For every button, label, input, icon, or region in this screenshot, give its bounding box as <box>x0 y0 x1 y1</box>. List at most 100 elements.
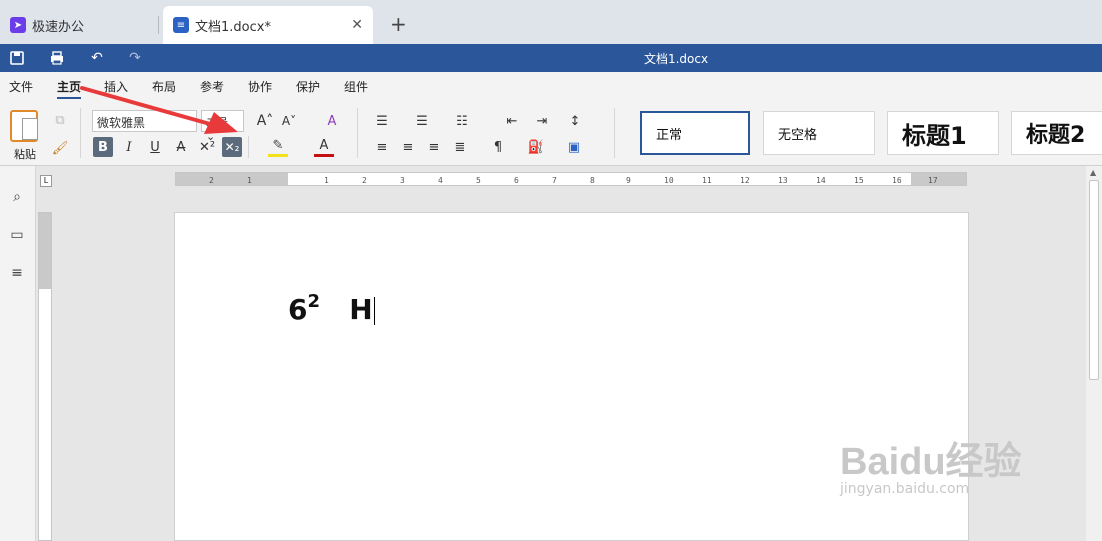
document-icon: ≡ <box>173 17 189 33</box>
ruler-tick: 16 <box>892 176 902 185</box>
tab-document[interactable]: ≡ 文档1.docx* ✕ <box>163 6 373 44</box>
strikethrough-button[interactable]: A <box>171 137 191 157</box>
ruler-tick: 9 <box>626 176 631 185</box>
ruler-tick: 1 <box>247 176 252 185</box>
tab-stop-marker[interactable]: L <box>40 175 52 187</box>
ruler-tick: 6 <box>514 176 519 185</box>
ruler-tick: 2 <box>209 176 214 185</box>
text-base: 6 <box>288 293 308 326</box>
ruler-tick: 3 <box>400 176 405 185</box>
new-tab-button[interactable]: + <box>390 12 407 36</box>
tab-document-label: 文档1.docx* <box>195 19 271 35</box>
watermark: Baidu经验 jingyan.baidu.com <box>840 430 1022 497</box>
highlight-icon[interactable]: ✎ <box>268 137 288 157</box>
subscript-button[interactable]: ✕₂ <box>222 137 242 157</box>
ruler-tick: 4 <box>438 176 443 185</box>
menu-collaborate[interactable]: 协作 <box>248 78 272 95</box>
border-icon[interactable]: ▣ <box>564 137 584 157</box>
increase-indent-icon[interactable]: ⇥ <box>532 111 552 131</box>
vertical-ruler[interactable] <box>38 212 52 541</box>
ruler-tick: 12 <box>740 176 750 185</box>
copy-icon[interactable]: ⧉ <box>50 110 70 130</box>
tab-home[interactable]: ➤ 极速办公 <box>0 6 155 44</box>
ruler-tick: 14 <box>816 176 826 185</box>
ruler-tick: 7 <box>552 176 557 185</box>
text-cursor <box>373 297 375 325</box>
menu-insert[interactable]: 插入 <box>104 78 128 95</box>
format-painter-icon[interactable]: 🖌 <box>50 138 70 158</box>
ruler-tick: 10 <box>664 176 674 185</box>
menu-layout[interactable]: 布局 <box>152 78 176 95</box>
style-heading-2[interactable]: 标题2 <box>1011 111 1102 155</box>
ruler-tick: 13 <box>778 176 788 185</box>
style-no-spacing[interactable]: 无空格 <box>763 111 875 155</box>
fill-color-icon[interactable]: ⛽ <box>526 137 546 157</box>
decrease-indent-icon[interactable]: ⇤ <box>502 111 522 131</box>
ribbon-separator <box>248 136 249 158</box>
bold-button[interactable]: B <box>93 137 113 157</box>
ruler-tick: 2 <box>362 176 367 185</box>
menu-bar: 文件 主页 插入 布局 参考 协作 保护 组件 <box>0 72 1102 100</box>
italic-button[interactable]: I <box>119 137 139 157</box>
left-sidebar: ⌕ ▭ ≡ <box>0 166 36 541</box>
title-bar: ↶ ↷ 文档1.docx <box>0 44 1102 72</box>
vertical-scrollbar[interactable]: ▲ <box>1086 166 1102 541</box>
document-content[interactable]: 62 H <box>288 291 375 326</box>
shrink-font-icon[interactable]: A˅ <box>279 111 299 131</box>
bullet-list-icon[interactable]: ☰ <box>372 111 392 131</box>
ruler-tick: 17 <box>928 176 938 185</box>
window-title: 文档1.docx <box>643 52 709 66</box>
ruler-tick: 8 <box>590 176 595 185</box>
font-color-icon[interactable]: A <box>314 137 334 157</box>
scroll-up-icon[interactable]: ▲ <box>1090 168 1096 177</box>
ruler-margin-right <box>911 173 966 185</box>
grow-font-icon[interactable]: A˄ <box>255 111 275 131</box>
tab-separator <box>158 16 159 34</box>
comment-icon[interactable]: ▭ <box>8 226 26 244</box>
menu-file[interactable]: 文件 <box>9 78 33 95</box>
multilevel-list-icon[interactable]: ☷ <box>452 111 472 131</box>
scroll-thumb[interactable] <box>1089 180 1099 380</box>
font-family-select[interactable]: 微软雅黑 <box>92 110 197 132</box>
menu-references[interactable]: 参考 <box>200 78 224 95</box>
menu-components[interactable]: 组件 <box>344 78 368 95</box>
menu-protect[interactable]: 保护 <box>296 78 320 95</box>
paste-icon[interactable] <box>10 110 38 142</box>
watermark-brand: Baidu经验 <box>840 441 1022 483</box>
ruler-margin-left <box>176 173 288 185</box>
clear-format-icon[interactable]: A <box>322 111 342 131</box>
text-letter: H <box>349 293 373 326</box>
paste-label: 粘贴 <box>14 148 36 161</box>
tab-home-label: 极速办公 <box>32 19 85 35</box>
underline-button[interactable]: U <box>145 137 165 157</box>
font-size-value: 二号 <box>206 116 228 129</box>
numbered-list-icon[interactable]: ☰ <box>412 111 432 131</box>
ribbon: 粘贴 ⧉ 🖌 微软雅黑 二号 ⌄ A˄ A˅ A B I U A ✕² ✕₂ ✎… <box>0 100 1102 166</box>
ribbon-separator <box>614 108 615 158</box>
align-left-icon[interactable]: ≡ <box>372 137 392 157</box>
tab-strip: ➤ 极速办公 ≡ 文档1.docx* ✕ + <box>0 0 1102 44</box>
ribbon-separator <box>357 108 358 158</box>
font-size-select[interactable]: 二号 ⌄ <box>201 110 244 143</box>
ruler-tick: 11 <box>702 176 712 185</box>
search-icon[interactable]: ⌕ <box>8 188 26 206</box>
style-heading-1[interactable]: 标题1 <box>887 111 999 155</box>
horizontal-ruler[interactable]: 2 1 1 2 3 4 5 6 7 8 9 10 11 12 13 14 15 … <box>175 172 967 186</box>
ruler-tick: 15 <box>854 176 864 185</box>
ruler-margin-top <box>39 213 51 289</box>
ribbon-separator <box>80 108 81 158</box>
align-right-icon[interactable]: ≡ <box>424 137 444 157</box>
align-center-icon[interactable]: ≡ <box>398 137 418 157</box>
menu-home[interactable]: 主页 <box>57 78 82 99</box>
superscript-button[interactable]: ✕² <box>197 137 217 157</box>
justify-icon[interactable]: ≣ <box>450 137 470 157</box>
ruler-tick: 1 <box>324 176 329 185</box>
paragraph-mark-icon[interactable]: ¶ <box>488 137 508 157</box>
navigation-icon[interactable]: ≡ <box>8 264 26 282</box>
line-spacing-icon[interactable]: ↕ <box>565 111 585 131</box>
close-tab-icon[interactable]: ✕ <box>351 17 363 33</box>
ruler-tick: 5 <box>476 176 481 185</box>
style-normal[interactable]: 正常 <box>640 111 750 155</box>
text-superscript: 2 <box>307 291 321 312</box>
rocket-icon: ➤ <box>10 17 26 33</box>
